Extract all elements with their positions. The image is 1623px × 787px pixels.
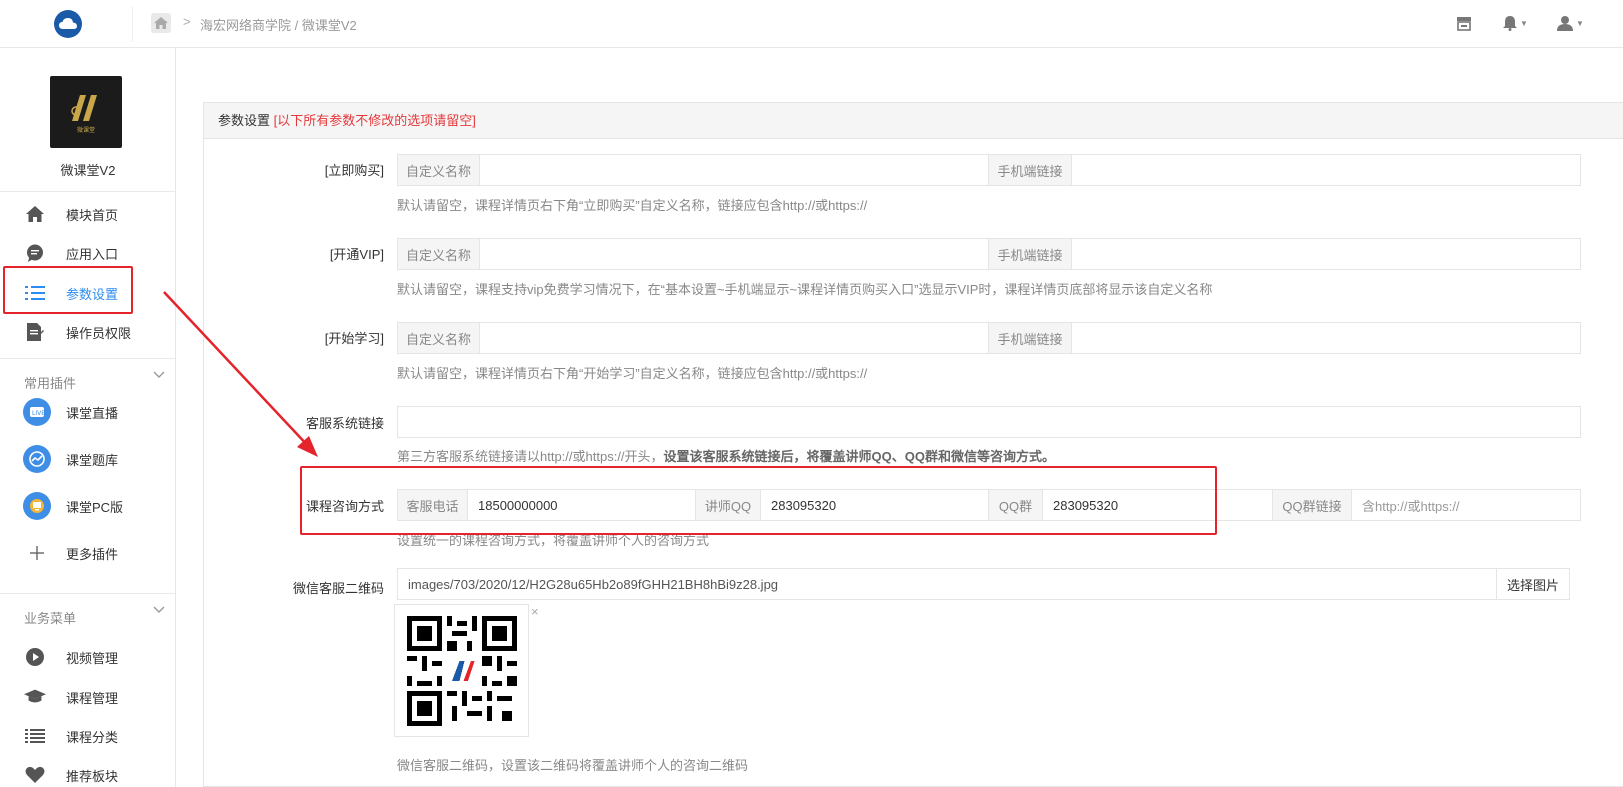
label-wechat-qr: 微信客服二维码 [292, 581, 384, 596]
sidebar-item-label: 更多插件 [66, 546, 119, 562]
vip-input-group: 自定义名称 手机端链接 [397, 238, 1581, 270]
app-thumbnail: 微课堂 [50, 76, 122, 148]
sidebar-item-module-home[interactable]: 模块首页 [0, 196, 176, 232]
play-icon [24, 646, 46, 668]
sidebar-divider [0, 191, 176, 192]
plus-icon [23, 539, 51, 567]
panel-header: 参数设置 [以下所有参数不修改的选项请留空] [204, 103, 1623, 139]
select-image-button[interactable]: 选择图片 [1496, 568, 1570, 600]
chart-icon [23, 445, 51, 473]
consult-group-link-addon: QQ群链接 [1272, 490, 1352, 520]
cs-link-help-text: 第三方客服系统链接请以http://或https://开头， [397, 449, 664, 464]
sidebar-divider [0, 593, 176, 594]
cs-link-help: 第三方客服系统链接请以http://或https://开头，设置该客服系统链接后… [397, 446, 1055, 465]
chevron-down-icon[interactable] [153, 371, 165, 382]
sidebar-item-label: 课堂PC版 [66, 499, 124, 515]
buy-now-help: 默认请留空，课程详情页右下角“立即购买”自定义名称，链接应包含http://或h… [397, 198, 868, 213]
label-cs-link: 客服系统链接 [305, 416, 384, 431]
sidebar-item-label: 推荐板块 [66, 768, 119, 784]
vip-link-addon: 手机端链接 [988, 239, 1072, 269]
label-buy-now: [立即购买] [324, 163, 384, 178]
wechat-qr-path-value: images/703/2020/12/H2G28u65Hb2o89fGHH21B… [408, 576, 779, 592]
sidebar-item-label: 模块首页 [66, 207, 119, 223]
sidebar: 微课堂 微课堂V2 模块首页 应用入口 参数设置 操作员权限 常用插件 LIVE… [0, 48, 176, 787]
edit-doc-icon [24, 321, 46, 343]
sidebar-item-course-category[interactable]: 课程分类 [0, 718, 176, 754]
sidebar-group-title[interactable]: 常用插件 [24, 373, 76, 392]
bell-icon[interactable]: ▼ [1503, 15, 1528, 31]
sidebar-item-pc[interactable]: 课堂PC版 [0, 488, 176, 524]
buy-now-name-input[interactable] [480, 155, 988, 185]
annotation-highlight-consult [300, 466, 1217, 535]
app-name: 微课堂V2 [60, 163, 116, 178]
sidebar-item-recommend[interactable]: 推荐板块 [0, 757, 176, 787]
wechat-qr-help: 微信客服二维码，设置该二维码将覆盖讲师个人的咨询二维码 [397, 758, 749, 773]
home-icon [24, 203, 46, 225]
cs-link-help-bold: 设置该客服系统链接后，将覆盖讲师QQ、QQ群和微信等咨询方式。 [663, 449, 1055, 464]
buy-now-link-input[interactable] [1072, 155, 1580, 185]
sidebar-item-label: 视频管理 [66, 650, 119, 666]
vip-link-input[interactable] [1072, 239, 1580, 269]
top-bar: > 海宏网络商学院 / 微课堂V2 ▼ ▼ [0, 0, 1623, 48]
vip-help: 默认请留空，课程支持vip免费学习情况下，在“基本设置~手机端显示~课程详情页购… [397, 282, 1213, 297]
sidebar-item-label: 应用入口 [66, 246, 119, 262]
start-study-name-input[interactable] [480, 323, 988, 353]
breadcrumb[interactable]: 海宏网络商学院 / 微课堂V2 [200, 15, 357, 34]
breadcrumb-chevron-icon: > [183, 14, 191, 29]
sidebar-item-operator-permissions[interactable]: 操作员权限 [0, 314, 176, 350]
vip-name-addon: 自定义名称 [398, 239, 480, 269]
sidebar-divider [0, 358, 176, 359]
sidebar-group-title[interactable]: 业务菜单 [24, 608, 76, 627]
chat-icon [24, 242, 46, 264]
chevron-down-icon[interactable] [153, 606, 165, 617]
sidebar-item-live[interactable]: LIVE 课堂直播 [0, 394, 176, 430]
start-study-link-addon: 手机端链接 [988, 323, 1072, 353]
buy-now-name-addon: 自定义名称 [398, 155, 480, 185]
breadcrumb-home-icon[interactable] [151, 13, 171, 33]
sidebar-item-label: 课堂题库 [66, 452, 119, 468]
start-study-help: 默认请留空，课程详情页右下角“开始学习”自定义名称，链接应包含http://或h… [397, 366, 868, 381]
cs-link-input[interactable] [397, 406, 1581, 438]
panel-title: 参数设置 [218, 113, 271, 128]
sidebar-item-label: 课程管理 [66, 690, 119, 706]
sidebar-item-video-management[interactable]: 视频管理 [0, 639, 176, 675]
svg-text:LIVE: LIVE [32, 410, 45, 417]
wechat-qr-path-input[interactable]: images/703/2020/12/H2G28u65Hb2o89fGHH21B… [397, 568, 1501, 600]
panel-title-note: [以下所有参数不修改的选项请留空] [273, 113, 476, 128]
heart-icon [24, 764, 46, 786]
start-study-name-addon: 自定义名称 [398, 323, 480, 353]
sidebar-item-more-plugins[interactable]: 更多插件 [0, 535, 176, 571]
user-avatar-icon[interactable]: ▼ [1557, 15, 1584, 31]
pc-icon [23, 492, 51, 520]
list-icon [24, 725, 46, 747]
chevron-down-icon: ▼ [1520, 18, 1528, 28]
start-study-input-group: 自定义名称 手机端链接 [397, 322, 1581, 354]
consult-group-link-input[interactable]: 含http://或https:// [1352, 490, 1580, 520]
wechat-qr-image [394, 604, 529, 737]
sidebar-item-label: 操作员权限 [66, 325, 132, 341]
annotation-highlight-sidebar [3, 266, 133, 314]
graduation-cap-icon [24, 686, 46, 708]
cs-link-value [398, 407, 1580, 437]
store-icon[interactable] [1456, 15, 1472, 31]
vip-name-input[interactable] [480, 239, 988, 269]
cloud-logo-icon[interactable] [54, 10, 82, 38]
sidebar-item-question-bank[interactable]: 课堂题库 [0, 441, 176, 477]
buy-now-link-addon: 手机端链接 [988, 155, 1072, 185]
app-thumb-caption: 微课堂 [76, 127, 95, 134]
start-study-link-input[interactable] [1072, 323, 1580, 353]
label-start-study: [开始学习] [324, 331, 384, 346]
sidebar-item-label: 课程分类 [66, 729, 119, 745]
remove-image-icon[interactable]: × [531, 604, 539, 619]
sidebar-item-course-management[interactable]: 课程管理 [0, 679, 176, 715]
topbar-divider [132, 6, 133, 42]
label-vip: [开通VIP] [329, 247, 384, 262]
buy-now-input-group: 自定义名称 手机端链接 [397, 154, 1581, 186]
sidebar-item-label: 课堂直播 [66, 405, 119, 421]
chevron-down-icon: ▼ [1576, 18, 1584, 28]
live-icon: LIVE [23, 398, 51, 426]
